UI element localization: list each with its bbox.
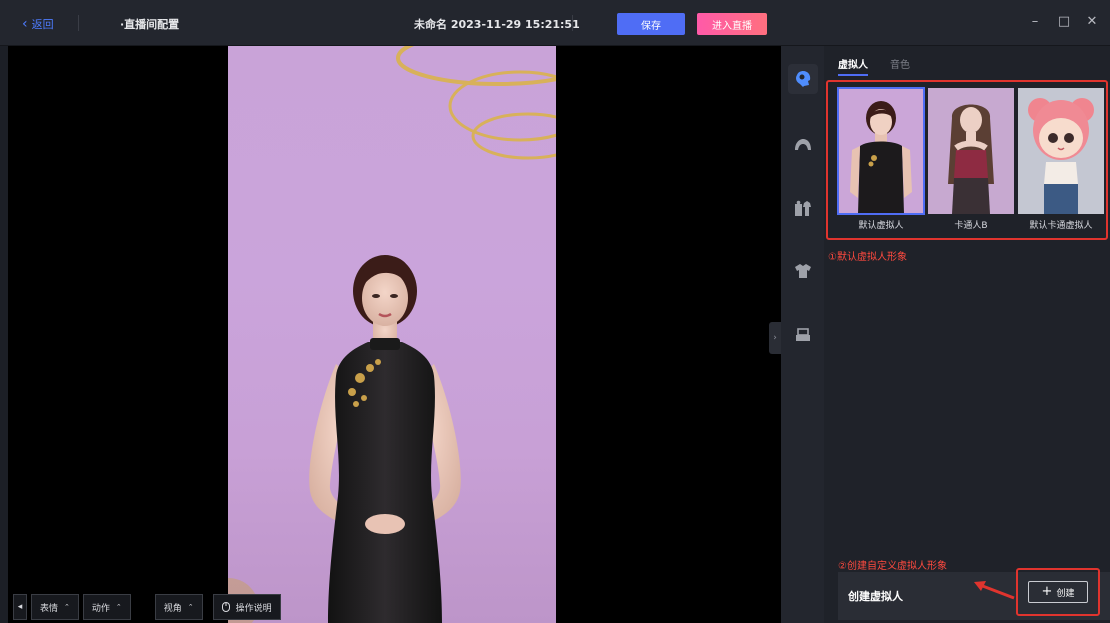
tab-avatar[interactable]: 虚拟人 [838,56,868,76]
create-avatar-button[interactable]: + 创建 [1028,581,1088,603]
document-title[interactable]: 未命名 2023-11-29 15:21:51 [414,16,580,32]
close-button[interactable]: ✕ [1083,14,1101,29]
avatar-head-icon [796,71,811,87]
rail-item-outfit[interactable] [788,194,818,224]
minimize-button[interactable]: – [1026,14,1044,29]
annotation-arrow-icon [974,581,1015,600]
avatar-name: 卡通人B [954,221,988,231]
annotation-create-avatar: ②创建自定义虚拟人形象 [838,561,947,572]
annotation-default-avatar: ①默认虚拟人形象 [828,252,907,263]
rail-item-background[interactable] [788,320,818,350]
outfit-set-icon [795,200,811,216]
hair-icon [795,139,811,150]
avatar-gallery: 默认虚拟人 卡通人B 默认卡通虚拟人 [826,80,1108,240]
avatar-thumbnail [1018,88,1104,214]
chandelier [396,46,556,160]
back-button[interactable]: ‹ 返回 [22,14,54,34]
avatar-stage[interactable] [228,46,556,623]
plus-icon: + [1041,584,1053,599]
chevron-up-icon: ⌃ [187,603,194,611]
avatar-render [228,46,556,623]
create-highlight: + 创建 [1016,568,1100,616]
divider [78,15,79,31]
avatar-card[interactable]: 默认虚拟人 [837,87,925,236]
category-rail [781,46,824,623]
expression-label: 表情 [40,603,59,614]
avatar-thumbnail [928,88,1014,214]
create-avatar-title: 创建虚拟人 [848,590,903,603]
chevron-left-icon: ‹ [22,16,28,32]
tab-voice[interactable]: 音色 [890,56,910,71]
rail-item-clothing[interactable] [788,256,818,286]
avatar-name: 默认卡通虚拟人 [1029,221,1093,231]
panel-collapse-button[interactable]: › [769,322,781,354]
page-title: ·直播间配置 [120,18,180,31]
app-window: ‹ 返回 ·直播间配置 未命名 2023-11-29 15:21:51 保存 进… [0,0,1110,623]
avatar-name: 默认虚拟人 [858,221,904,231]
mouse-icon [221,602,230,612]
back-label: 返回 [31,18,54,31]
panel-tabs: 虚拟人 音色 [838,56,910,76]
enter-live-button[interactable]: 进入直播 [697,13,767,35]
chevron-up-icon: ⌃ [115,603,122,611]
viewport-toolbar: ◂ 表情 ⌃ 动作 ⌃ 视角 ⌃ 操作说明 [13,594,281,620]
rail-item-hair[interactable] [788,130,818,160]
preview-viewport[interactable]: ◂ 表情 ⌃ 动作 ⌃ 视角 ⌃ 操作说明 [8,46,781,623]
avatar-thumbnail [837,87,925,215]
settings-panel: 虚拟人 音色 默认虚拟人 卡通人B 默认卡通虚拟人 ①默认虚拟人形象 ②创建自定… [824,46,1110,623]
expression-button[interactable]: 表情 ⌃ [31,594,79,620]
action-label: 动作 [91,603,110,614]
rail-item-avatar[interactable] [788,64,818,94]
background-icon [796,328,810,341]
avatar-card[interactable]: 默认卡通虚拟人 [1018,88,1104,236]
toolbar-prev-button[interactable]: ◂ [13,594,27,620]
view-angle-button[interactable]: 视角 ⌃ [154,594,203,620]
avatar-card[interactable]: 卡通人B [928,88,1014,236]
save-button[interactable]: 保存 [617,13,685,35]
chevron-up-icon: ⌃ [64,603,70,611]
title-bar: ‹ 返回 ·直播间配置 未命名 2023-11-29 15:21:51 保存 进… [0,0,1110,46]
create-button-label: 创建 [1056,588,1075,599]
shirt-icon [795,264,811,278]
divider [572,15,573,31]
view-angle-label: 视角 [163,603,182,614]
help-label: 操作说明 [235,603,272,614]
action-button[interactable]: 动作 ⌃ [82,594,131,620]
maximize-button[interactable]: □ [1055,14,1073,29]
help-button[interactable]: 操作说明 [212,594,281,620]
